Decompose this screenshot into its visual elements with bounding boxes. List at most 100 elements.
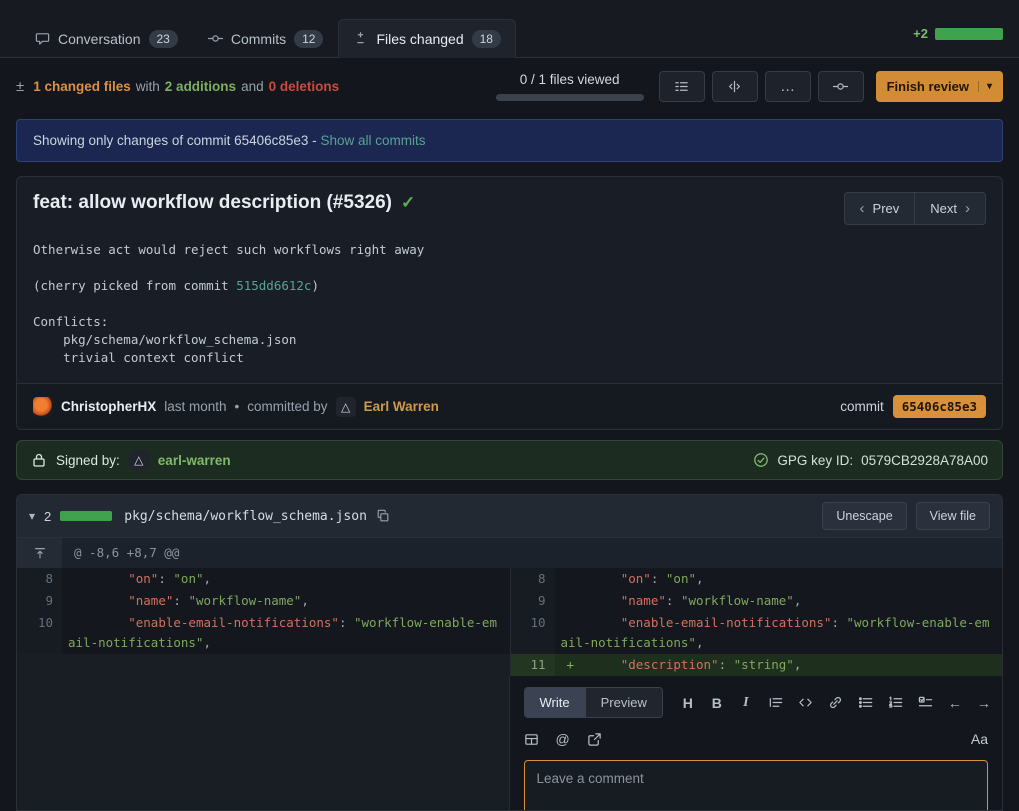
changed-files-count: 1 changed files: [33, 79, 131, 94]
expand-hunk-button[interactable]: [17, 538, 62, 568]
files-count-badge: 18: [472, 30, 501, 48]
italic-icon[interactable]: I: [739, 695, 753, 711]
tab-label: Commits: [231, 31, 286, 47]
unordered-list-icon[interactable]: [858, 695, 873, 710]
md-editor-header: Write Preview H B I ← →: [524, 687, 989, 718]
file-path: pkg/schema/workflow_schema.json: [124, 509, 367, 524]
md-toolbar: H B I ← →: [681, 695, 991, 711]
files-viewed-progress: [496, 94, 644, 101]
old-line-number[interactable]: 10: [17, 612, 62, 654]
prev-label: Prev: [873, 201, 900, 216]
file-tree-toggle-button[interactable]: [659, 71, 705, 102]
committer-avatar[interactable]: △: [336, 397, 356, 417]
font-size-toggle[interactable]: Aa: [971, 731, 988, 747]
files-viewed: 0 / 1 files viewed: [496, 72, 644, 101]
old-code-cell: "enable-email-notifications": "workflow-…: [62, 612, 510, 654]
diff-grid: @ -8,6 +8,7 @@ 8 "on": "on",8 "on": "on"…: [17, 538, 1002, 676]
more-options-button[interactable]: …: [765, 71, 811, 102]
commit-pager: ‹ Prev Next ›: [844, 192, 986, 225]
old-line-number[interactable]: 8: [17, 568, 62, 590]
additions-count: 2 additions: [165, 79, 236, 94]
chevron-left-icon: ‹: [860, 204, 865, 214]
tab-conversation[interactable]: Conversation 23: [20, 19, 193, 58]
ordered-list-icon[interactable]: [888, 695, 903, 710]
tab-files-changed[interactable]: Files changed 18: [338, 19, 516, 58]
new-code-cell: "on": "on",: [555, 568, 1003, 590]
file-actions: Unescape View file: [822, 502, 990, 530]
columns-icon: [727, 79, 742, 94]
next-label: Next: [930, 201, 957, 216]
prev-commit-button[interactable]: ‹ Prev: [844, 192, 916, 225]
reference-icon[interactable]: [587, 732, 602, 747]
commit-card: feat: allow workflow description (#5326)…: [16, 176, 1003, 430]
commit-sha-badge[interactable]: 65406c85e3: [893, 395, 986, 418]
heading-icon[interactable]: H: [681, 695, 695, 711]
cherry-pick-sha-link[interactable]: 515dd6612c: [236, 278, 311, 293]
quote-icon[interactable]: [768, 695, 783, 710]
commit-header: feat: allow workflow description (#5326)…: [17, 177, 1002, 233]
new-code-cell: "enable-email-notifications": "workflow-…: [555, 612, 1003, 654]
finish-review-button[interactable]: Finish review ▾: [876, 71, 1003, 102]
blank-line: [33, 295, 986, 313]
split-view-button[interactable]: [712, 71, 758, 102]
commit-message-line: Conflicts:: [33, 313, 986, 331]
code-icon[interactable]: [798, 695, 813, 710]
gpg-key-group: GPG key ID: 0579CB2928A78A00: [753, 452, 988, 468]
old-line-number[interactable]: 9: [17, 590, 62, 612]
new-line-number[interactable]: 10: [510, 612, 555, 654]
pr-tabbar: Conversation 23 Commits 12 Files changed…: [0, 0, 1019, 58]
new-line-number[interactable]: 9: [510, 590, 555, 612]
new-line-number[interactable]: 11: [510, 654, 555, 676]
lock-icon: [31, 452, 47, 468]
tab-commits[interactable]: Commits 12: [193, 19, 339, 58]
commit-filter-banner: Showing only changes of commit 65406c85e…: [16, 119, 1003, 162]
old-line-number: [17, 654, 62, 676]
signed-by-label: Signed by:: [56, 453, 120, 468]
next-commit-button[interactable]: Next ›: [915, 192, 986, 225]
table-icon[interactable]: [524, 732, 539, 747]
show-all-commits-link[interactable]: Show all commits: [320, 133, 425, 148]
new-code-cell: + "description": "string",: [555, 654, 1003, 676]
link-icon[interactable]: [828, 695, 843, 710]
collapse-file-icon[interactable]: ▾: [29, 509, 35, 523]
comment-icon: [35, 31, 50, 46]
gpg-key-label: GPG key ID:: [777, 453, 853, 468]
commit-sha-group: commit 65406c85e3: [840, 395, 986, 418]
new-line-number[interactable]: 8: [510, 568, 555, 590]
diff-left-filler: [17, 676, 510, 810]
list-icon: [674, 79, 689, 94]
signer-link[interactable]: earl-warren: [158, 453, 231, 468]
tab-preview[interactable]: Preview: [585, 688, 662, 717]
view-file-button[interactable]: View file: [916, 502, 990, 530]
addition-marker: +: [567, 655, 575, 675]
commit-icon: [208, 31, 223, 46]
banner-text: Showing only changes of commit 65406c85e…: [33, 133, 317, 148]
files-viewed-label: 0 / 1 files viewed: [520, 72, 620, 87]
diff-plusminus-icon: ±: [16, 78, 24, 95]
unescape-button[interactable]: Unescape: [822, 502, 906, 530]
undo-icon[interactable]: ←: [948, 695, 962, 711]
redo-icon[interactable]: →: [977, 695, 991, 711]
copy-path-button[interactable]: [376, 509, 390, 523]
task-list-icon[interactable]: [918, 695, 933, 710]
mention-icon[interactable]: @: [556, 731, 570, 747]
commit-title: feat: allow workflow description (#5326)…: [33, 192, 415, 214]
cherry-pick-text: ): [311, 278, 319, 293]
comment-textarea[interactable]: [524, 760, 989, 811]
tab-label: Conversation: [58, 31, 141, 47]
author-link[interactable]: ChristopherHX: [61, 399, 156, 414]
diff-icon: [353, 31, 368, 46]
ci-success-icon: ✓: [401, 193, 415, 213]
ellipsis-icon: …: [780, 78, 795, 95]
committer-link[interactable]: Earl Warren: [364, 399, 439, 414]
inline-comment-form: Write Preview H B I ← →: [510, 676, 1003, 810]
signer-avatar[interactable]: △: [129, 450, 149, 470]
signature-banner: Signed by: △ earl-warren GPG key ID: 057…: [16, 440, 1003, 480]
file-diff-card: ▾ 2 pkg/schema/workflow_schema.json Unes…: [16, 494, 1003, 811]
author-avatar[interactable]: [33, 397, 53, 417]
commit-select-button[interactable]: [818, 71, 864, 102]
diff-bottom: Write Preview H B I ← →: [17, 676, 1002, 810]
new-code-cell: "name": "workflow-name",: [555, 590, 1003, 612]
bold-icon[interactable]: B: [710, 695, 724, 711]
tab-write[interactable]: Write: [525, 688, 585, 717]
